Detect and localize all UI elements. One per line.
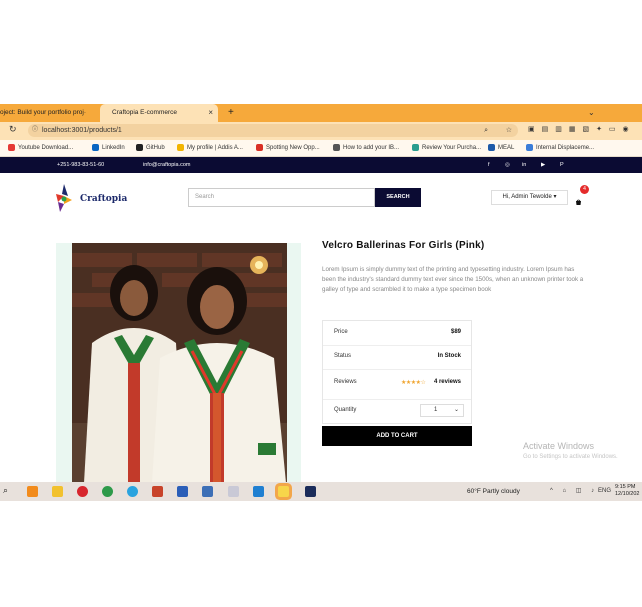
close-icon[interactable]: ×: [208, 104, 213, 122]
app-icon[interactable]: [202, 486, 213, 497]
search-button[interactable]: SEARCH: [375, 188, 421, 207]
powerpoint-icon[interactable]: [152, 486, 163, 497]
address-input[interactable]: ⓘ localhost:3001/products/1 ⌕ ☆: [28, 124, 518, 137]
rating-stars: ★★★★☆: [401, 380, 426, 386]
search-icon[interactable]: ⌕: [3, 485, 8, 496]
bookmark-5[interactable]: How to add your IB...: [333, 140, 399, 156]
cart-icon[interactable]: [575, 193, 582, 205]
tab-portfolio[interactable]: oject: Build your portfolio proj·: [0, 104, 105, 122]
add-to-cart-button[interactable]: ADD TO CART: [322, 426, 472, 446]
bookmark-6[interactable]: Review Your Purcha...: [412, 140, 481, 156]
contact-email: info@craftopia.com: [143, 162, 191, 168]
chevron-down-icon: ⌄: [453, 407, 459, 413]
paint-icon[interactable]: [228, 486, 239, 497]
telegram-icon[interactable]: [127, 486, 138, 497]
product-title: Velcro Ballerinas For Girls (Pink): [322, 240, 485, 251]
clock[interactable]: 9:15 PM 12/10/202: [615, 484, 639, 498]
product-image: [72, 243, 287, 483]
bookmark-3[interactable]: My profile | Addis A...: [177, 140, 243, 156]
contact-phone: +251-983-83-51-60: [57, 162, 105, 168]
cart-count-badge: 4: [580, 185, 589, 194]
tab-craftopia[interactable]: Craftopia E-commerce ×: [100, 104, 218, 122]
taskbar: ⌕ 60°F Partly cloudy ^ ⌂ ◫ ♪ ENG 9:15 PM…: [0, 482, 642, 501]
bookmark-1[interactable]: LinkedIn: [92, 140, 125, 156]
photoshop-icon[interactable]: [305, 486, 316, 497]
activate-windows-title: Activate Windows: [523, 441, 595, 451]
file-explorer-icon[interactable]: [52, 486, 63, 497]
status-value: In Stock: [437, 353, 461, 359]
logo-icon[interactable]: [52, 182, 78, 214]
product-details-card: Price $89 Status In Stock Reviews ★★★★☆ …: [322, 320, 472, 424]
linkedin-icon[interactable]: in: [522, 157, 526, 173]
bookmark-0[interactable]: Youtube Download...: [8, 140, 73, 156]
chrome-icon[interactable]: [102, 486, 113, 497]
sticky-notes-icon[interactable]: [278, 486, 289, 497]
product-description: Lorem Ipsum is simply dummy text of the …: [322, 266, 584, 293]
site-logo[interactable]: Craftopia: [80, 194, 127, 204]
info-icon: ⓘ: [32, 127, 39, 133]
top-contact-strip: +251-983-83-51-60 info@craftopia.com f ◎…: [0, 157, 642, 173]
youtube-icon[interactable]: ▶: [541, 157, 545, 173]
activate-windows-subtitle: Go to Settings to activate Windows.: [523, 454, 618, 460]
new-tab-button[interactable]: +: [228, 104, 234, 122]
pinterest-icon[interactable]: P: [560, 157, 564, 173]
bookmarks-bar: Youtube Download... LinkedIn GitHub My p…: [0, 140, 642, 157]
tray-icons[interactable]: ^ ⌂ ◫ ♪: [550, 482, 598, 501]
zoom-icon[interactable]: ⌕: [484, 124, 488, 137]
status-row: Status In Stock: [323, 345, 471, 370]
language-indicator[interactable]: ENG: [598, 482, 611, 501]
quantity-row: Quantity 1 ⌄: [323, 399, 471, 423]
bookmark-2[interactable]: GitHub: [136, 140, 165, 156]
price-row: Price $89: [323, 321, 471, 346]
bookmark-8[interactable]: Internal Displaceme...: [526, 140, 594, 156]
browser-tab-bar: oject: Build your portfolio proj· Crafto…: [0, 104, 642, 135]
instagram-icon[interactable]: ◎: [505, 157, 510, 173]
bookmark-7[interactable]: MEAL: [488, 140, 514, 156]
bookmark-4[interactable]: Spotting New Opp...: [256, 140, 320, 156]
search-input[interactable]: Search: [188, 188, 375, 207]
bookmark-star-icon[interactable]: ☆: [506, 124, 512, 137]
extensions-icon[interactable]: ▣▤▥▦▧✦▭◉: [528, 125, 636, 133]
quantity-select[interactable]: 1 ⌄: [420, 404, 464, 417]
vlc-icon[interactable]: [27, 486, 38, 497]
reviews-row: Reviews ★★★★☆ 4 reviews: [323, 369, 471, 400]
price-value: $89: [450, 329, 461, 335]
word-icon[interactable]: [177, 486, 188, 497]
user-menu[interactable]: Hi, Admin Tewolde ▾: [491, 190, 568, 205]
reviews-count[interactable]: 4 reviews: [434, 379, 461, 385]
weather-widget[interactable]: 60°F Partly cloudy: [467, 482, 520, 501]
facebook-icon[interactable]: f: [488, 157, 490, 173]
opera-icon[interactable]: [77, 486, 88, 497]
reload-icon[interactable]: ↻: [9, 124, 17, 135]
vscode-icon[interactable]: [253, 486, 264, 497]
address-toolbar: ↻ ⓘ localhost:3001/products/1 ⌕ ☆ ▣▤▥▦▧✦…: [0, 122, 642, 140]
